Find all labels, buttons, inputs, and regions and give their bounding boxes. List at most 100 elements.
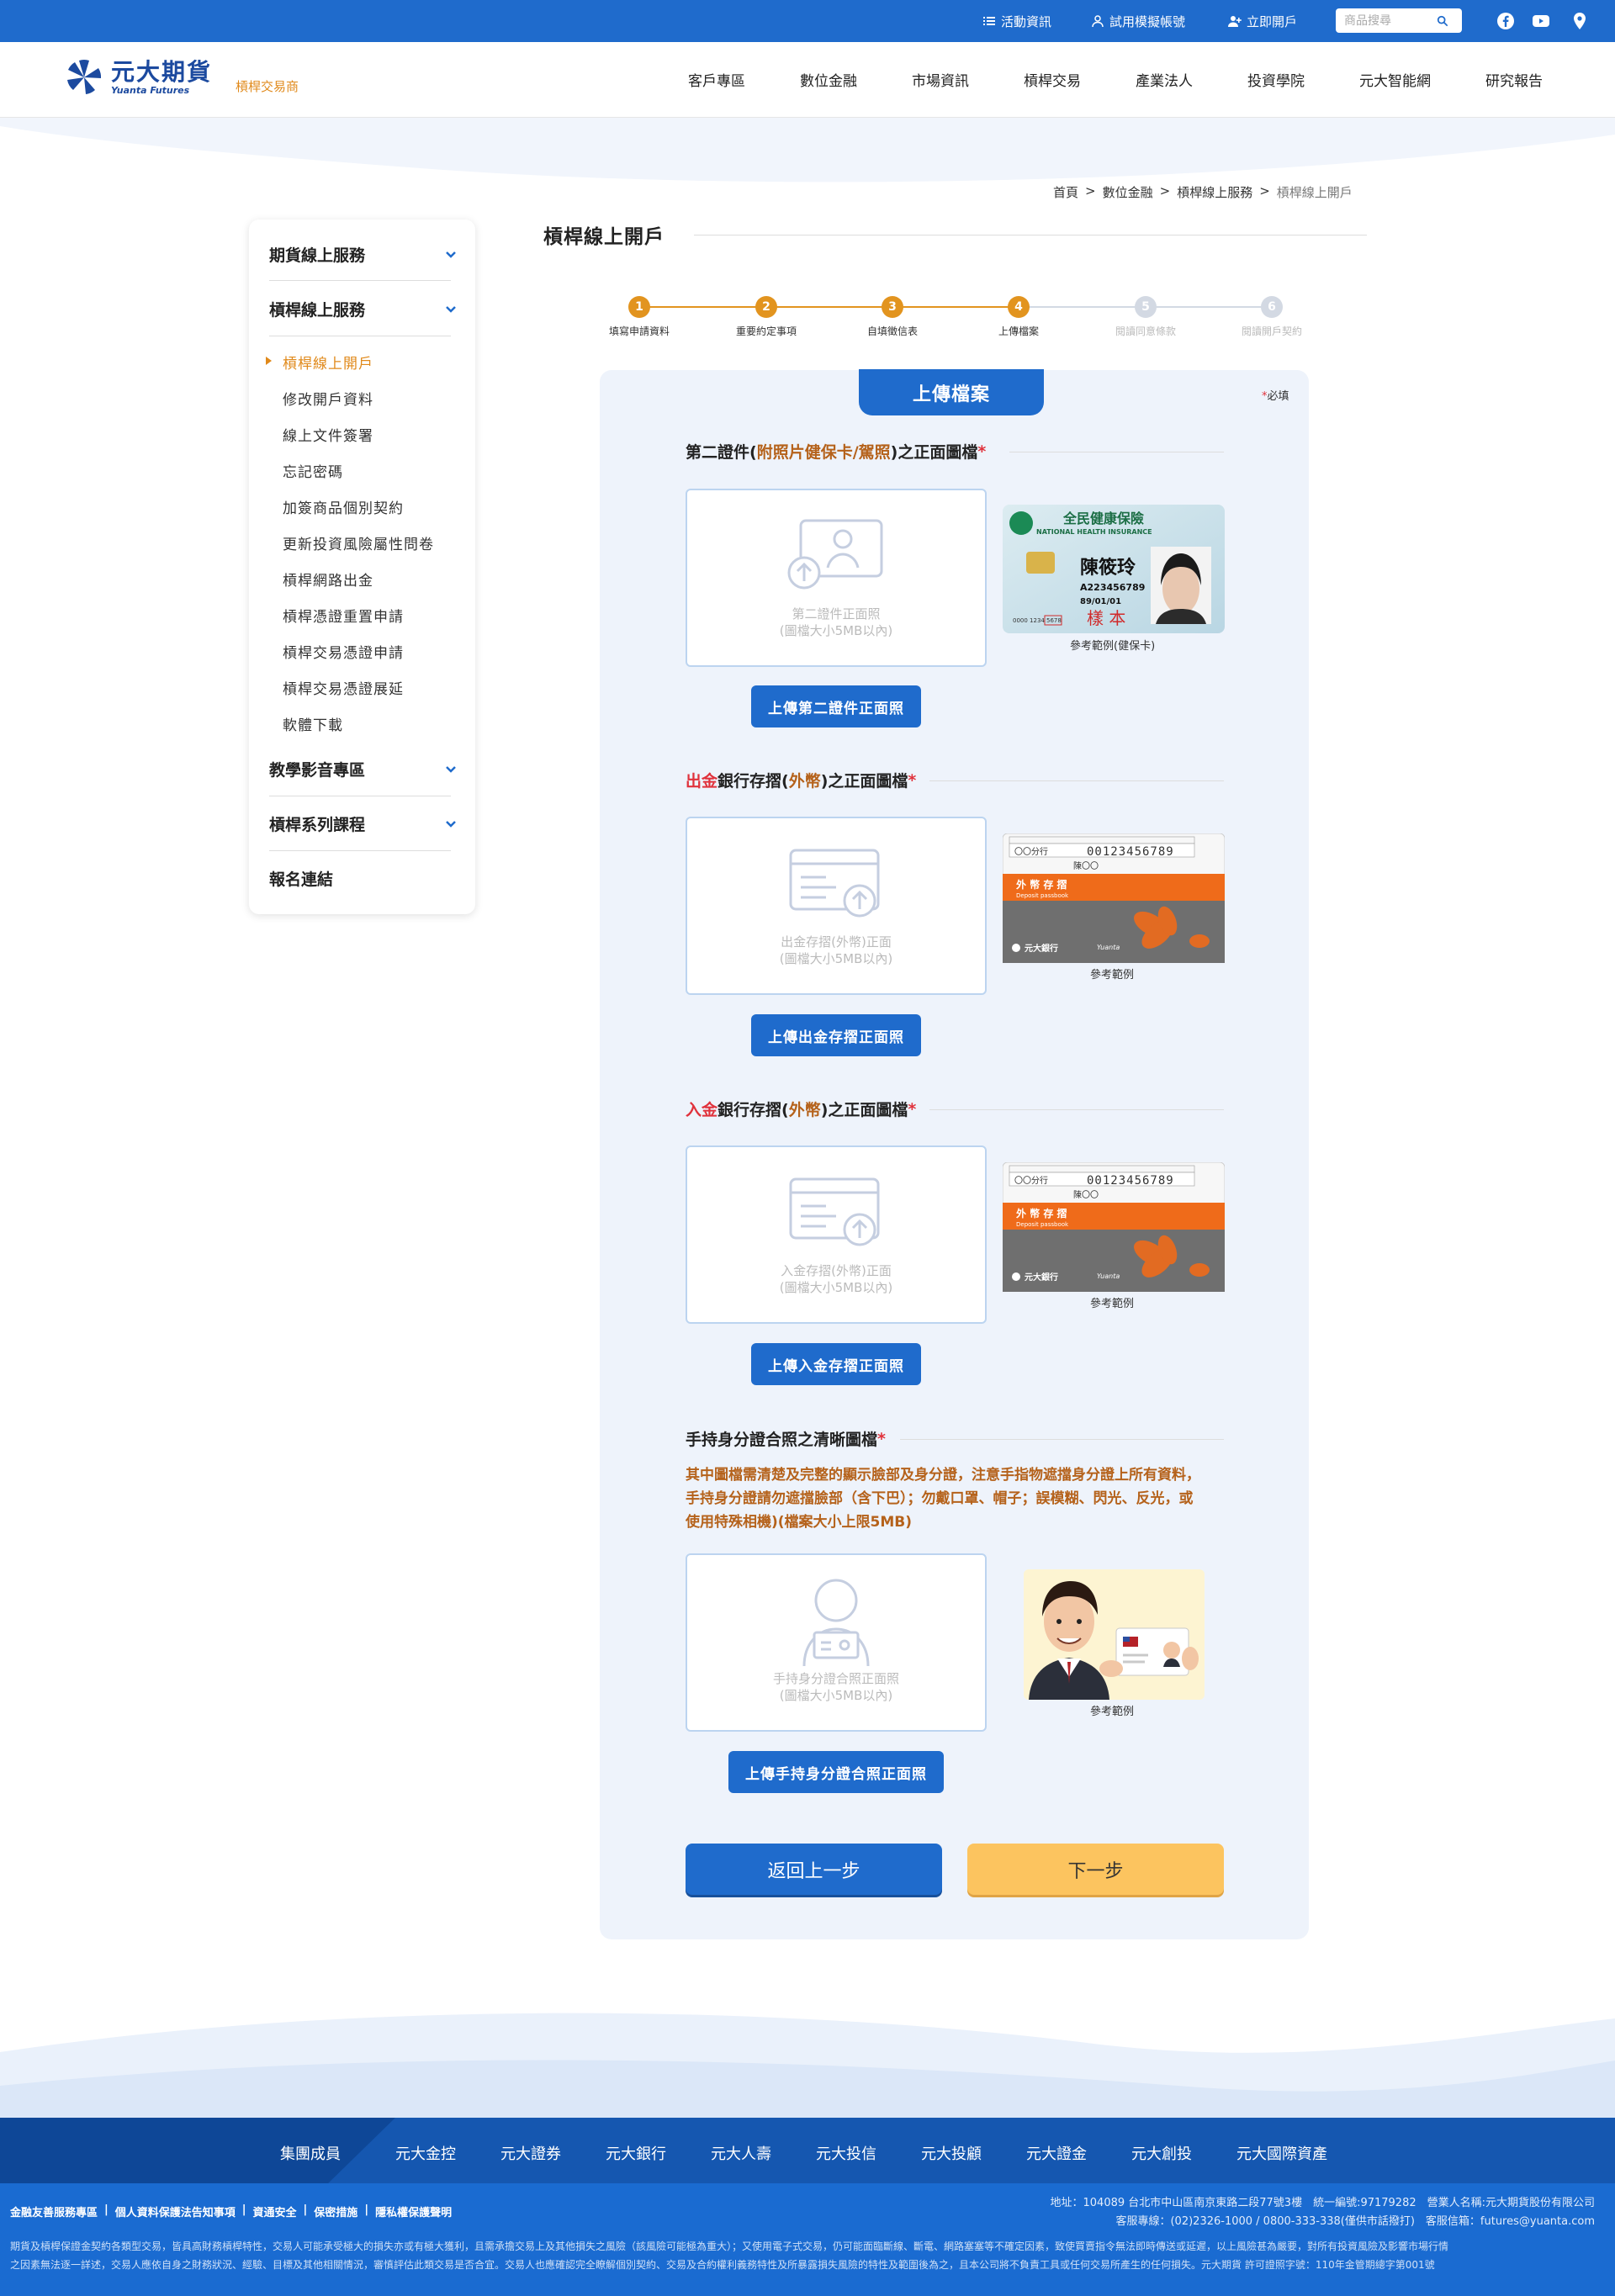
divider [269,280,451,281]
activity-link[interactable]: 活動資訊 [982,12,1051,30]
section-second-id-title: 第二證件(附照片健保卡/駕照)之正面圖檔 * [686,440,986,463]
footer-link-privacy-notice[interactable]: 個人資料保護法告知事項 [115,2203,236,2219]
footer-company-link[interactable]: 元大投信 [816,2142,876,2164]
id-selfie-upload-area[interactable]: 手持身分證合照正面照 (圖檔大小5MB以內) [686,1553,987,1732]
youtube-icon[interactable] [1531,11,1551,31]
search-box [1336,8,1462,33]
card-number-tail: 5678 [1046,617,1062,624]
footer-link-sep: | [303,2203,308,2216]
second-id-upload-area[interactable]: 第二證件正面照 (圖檔大小5MB以內) [686,489,987,667]
sidebar-item-add-contract[interactable]: 加簽商品個別契約 [283,496,404,517]
footer-company-link[interactable]: 元大國際資產 [1236,2142,1327,2164]
instruction-line: 其中圖檔需清楚及完整的顯示臉部及身分證，注意手指物遮擋身分證上所有資料， [686,1467,1200,1484]
sidebar-item-cert-reset[interactable]: 槓桿憑證重置申請 [283,605,404,626]
sidebar-item-cert-apply[interactable]: 槓桿交易憑證申請 [283,641,404,662]
nav-customer[interactable]: 客戶專區 [688,69,745,90]
decorative-wave-bottom [0,2013,1615,2119]
step-1-label: 填寫申請資料 [608,325,670,337]
breadcrumb-leverage-online[interactable]: 槓桿線上服務 [1177,183,1252,201]
upload-hint: 入金存摺(外幣)正面 [781,1263,892,1278]
footer-company-link[interactable]: 元大銀行 [606,2142,666,2164]
title-part-highlight: 附照片健保卡/駕照 [756,443,891,462]
nav-leverage-trading[interactable]: 槓桿交易 [1024,69,1081,90]
sidebar-group-video[interactable]: 教學影音專區 [269,753,458,785]
sidebar-item-forgot-password[interactable]: 忘記密碼 [283,460,343,481]
footer-link-privacy-policy[interactable]: 隱私權保護聲明 [375,2203,452,2219]
footer-link-confidentiality[interactable]: 保密措施 [314,2203,357,2219]
footer-company-link[interactable]: 元大證券 [500,2142,561,2164]
breadcrumb-home[interactable]: 首頁 [1053,183,1078,201]
nav-research-report[interactable]: 研究報告 [1485,69,1543,90]
upload-deposit-passbook-button[interactable]: 上傳入金存摺正面照 [751,1343,921,1385]
breadcrumb-digital-finance[interactable]: 數位金融 [1103,183,1153,201]
upload-withdraw-passbook-button[interactable]: 上傳出金存摺正面照 [751,1014,921,1056]
sidebar-item-risk-survey[interactable]: 更新投資風險屬性問卷 [283,532,434,553]
top-bar: 活動資訊 試用模擬帳號 立即開戶 [0,0,1615,42]
passbook-account: 00123456789 [1087,1174,1174,1188]
open-account-link[interactable]: 立即開戶 [1228,12,1297,30]
trial-account-label: 試用模擬帳號 [1109,13,1186,29]
facebook-icon[interactable] [1496,11,1516,31]
nav-digital-finance[interactable]: 數位金融 [800,69,857,90]
sidebar-group-leverage-online[interactable]: 槓桿線上服務 [269,293,458,325]
divider [269,850,451,851]
passbook-brand: Yuanta [1097,944,1120,951]
sidebar-item-leverage-open[interactable]: 槓桿線上開戶 [283,352,373,373]
section-withdraw-passbook-title: 出金 銀行存摺(外幣)之正面圖檔 * [686,769,916,791]
passbook-bank: 元大銀行 [1025,943,1058,954]
nav-investment-academy[interactable]: 投資學院 [1247,69,1305,90]
trial-account-link[interactable]: 試用模擬帳號 [1091,12,1185,30]
sidebar-item-withdraw[interactable]: 槓桿網路出金 [283,569,373,590]
user-plus-icon [1228,16,1242,27]
yuanta-logo[interactable]: 元大期貨 Yuanta Futures [66,59,212,96]
sidebar-group-label: 槓桿系列課程 [269,815,366,834]
previous-step-button[interactable]: 返回上一步 [686,1844,942,1895]
progress-line-done [639,306,1019,308]
instruction-line: 使用特殊相機)(檔案大小上限5MB) [686,1514,913,1531]
nav-smart-network[interactable]: 元大智能網 [1359,69,1431,90]
group-members-label: 集團成員 [280,2145,341,2163]
footer-company-link[interactable]: 元大證金 [1026,2142,1087,2164]
search-icon[interactable] [1437,15,1448,27]
step-1-dot: 1 [628,296,650,318]
upload-second-id-button[interactable]: 上傳第二證件正面照 [751,685,921,727]
footer-link-friendly-service[interactable]: 金融友善服務專區 [10,2203,98,2219]
location-icon[interactable] [1570,11,1590,31]
sidebar-item-modify-info[interactable]: 修改開戶資料 [283,388,373,409]
breadcrumb: 首頁 > 數位金融 > 槓桿線上服務 > 槓桿線上開戶 [1053,183,1353,201]
passbook-brand: Yuanta [1097,1272,1120,1280]
sidebar-item-doc-signing[interactable]: 線上文件簽署 [283,424,373,445]
section-divider [900,1439,1224,1440]
footer-link-cybersecurity[interactable]: 資通安全 [253,2203,297,2219]
instruction-line: 手持身分證請勿遮擋臉部（含下巴）；勿戴口罩、帽子；誤模糊、閃光、反光，或 [686,1490,1194,1507]
footer-link-sep: | [364,2203,369,2216]
nav-market-info[interactable]: 市場資訊 [912,69,969,90]
footer-company-link[interactable]: 元大人壽 [711,2142,771,2164]
sample-caption: 參考範例(健保卡) [1070,640,1156,653]
next-step-button[interactable]: 下一步 [967,1844,1224,1895]
sidebar-group-courses[interactable]: 槓桿系列課程 [269,807,458,839]
upload-size-hint: (圖檔大小5MB以內) [779,623,893,638]
selfie-instructions: 其中圖檔需清楚及完整的顯示臉部及身分證，注意手指物遮擋身分證上所有資料， 手持身… [686,1463,1232,1534]
footer-company-link[interactable]: 元大創投 [1131,2142,1192,2164]
image-upload-icon [787,519,883,590]
nav-institutional[interactable]: 產業法人 [1136,69,1193,90]
footer-company-link[interactable]: 元大金控 [395,2142,456,2164]
withdraw-passbook-upload-area[interactable]: 出金存摺(外幣)正面 (圖檔大小5MB以內) [686,817,987,995]
upload-size-hint: (圖檔大小5MB以內) [779,1280,893,1295]
sidebar-item-cert-extend[interactable]: 槓桿交易憑證展延 [283,677,404,698]
step-3-dot: 3 [882,296,903,318]
sidebar-group-futures-online[interactable]: 期貨線上服務 [269,238,458,270]
upload-id-selfie-button[interactable]: 上傳手持身分證合照正面照 [728,1751,944,1793]
footer-link-sep: | [104,2203,109,2216]
deposit-passbook-upload-area[interactable]: 入金存摺(外幣)正面 (圖檔大小5MB以內) [686,1145,987,1324]
sidebar-group-registration[interactable]: 報名連結 [269,862,458,894]
passbook-sample-image: 〇〇分行 00123456789 陳〇〇 外 幣 存 摺 Deposit pas… [1003,1162,1225,1292]
sidebar-item-software-download[interactable]: 軟體下載 [283,713,343,734]
footer-company-link[interactable]: 元大投顧 [921,2142,982,2164]
footer-address: 地址：104089 台北市中山區南京東路二段77號3樓 統一編號:9717928… [1050,2197,1596,2209]
chevron-down-icon [446,251,456,258]
title-part-highlight: 外幣 [788,1101,821,1119]
search-input[interactable] [1344,13,1437,28]
required-star: * [977,442,987,461]
